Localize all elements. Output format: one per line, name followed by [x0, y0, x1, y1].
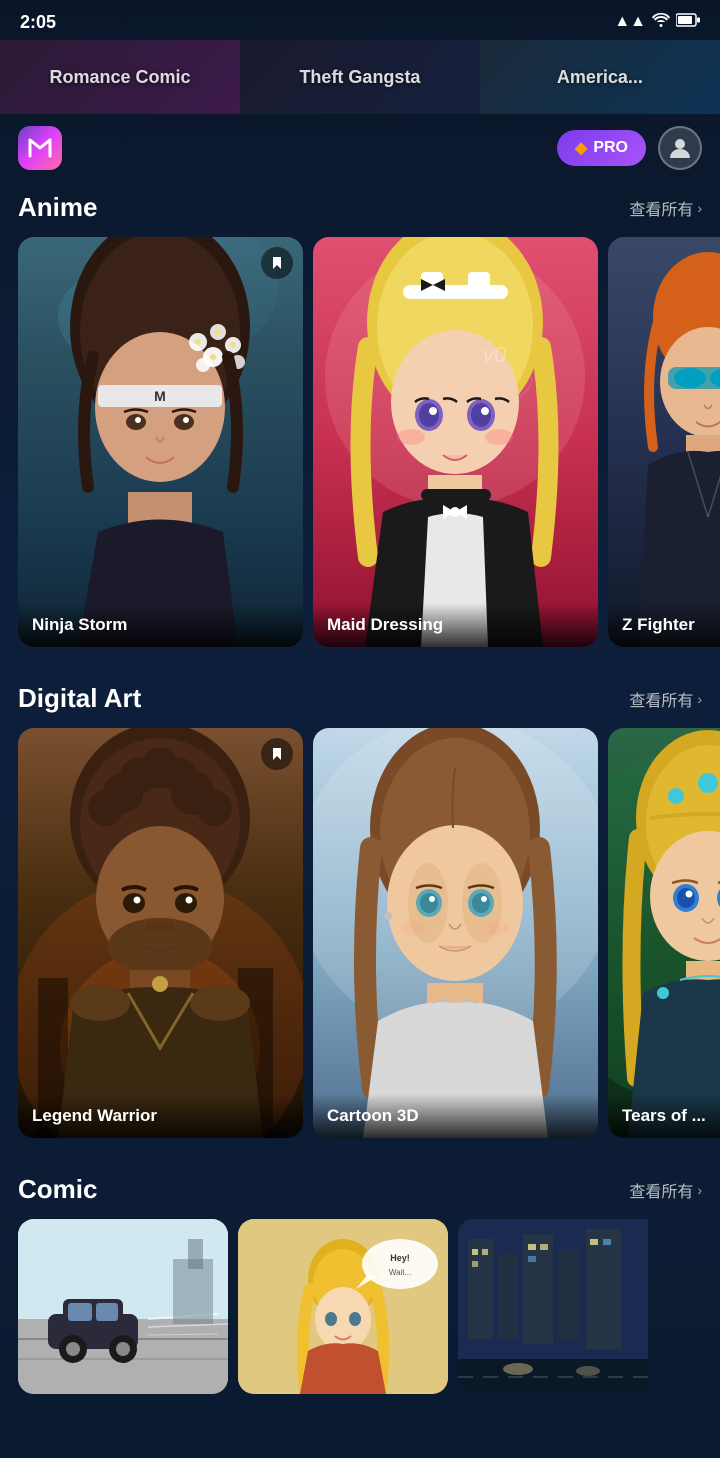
legend-warrior-label: Legend Warrior — [18, 1094, 303, 1138]
digital-art-view-all[interactable]: 查看所有 › — [629, 687, 702, 711]
chevron-right-icon: › — [697, 200, 702, 216]
ninja-bookmark[interactable] — [261, 247, 293, 279]
status-time: 2:05 — [20, 12, 56, 33]
digital-art-title: Digital Art — [18, 683, 141, 714]
diamond-icon: ◆ — [575, 138, 587, 158]
ninja-storm-label: Ninja Storm — [18, 603, 303, 647]
status-bar: 2:05 ▲▲ — [0, 0, 720, 40]
top-banner: Romance Comic Theft Gangsta America... — [0, 40, 720, 114]
anime-section-header: Anime 查看所有 › — [0, 180, 720, 237]
section-digital-art: Digital Art 查看所有 › — [0, 671, 720, 1138]
svg-text:M: M — [154, 388, 166, 404]
z-fighter-label: Z Fighter — [608, 603, 720, 647]
comic-cards-row: Hey! Wait... — [0, 1219, 720, 1394]
card-comic-3[interactable] — [458, 1219, 648, 1394]
card-z-fighter[interactable]: STORE — [608, 237, 720, 647]
anime-cards-row: M — [0, 237, 720, 647]
legend-bookmark[interactable] — [261, 738, 293, 770]
card-cartoon-3d[interactable]: Cartoon 3D — [313, 728, 598, 1138]
header: ◆ PRO — [0, 116, 720, 180]
card-legend-warrior[interactable]: Legend Warrior — [18, 728, 303, 1138]
maid-dressing-label: Maid Dressing — [313, 603, 598, 647]
comic-view-all-label: 查看所有 — [629, 1178, 693, 1202]
digital-art-section-header: Digital Art 查看所有 › — [0, 671, 720, 728]
logo-container — [18, 126, 62, 170]
pro-label: PRO — [593, 139, 628, 157]
chevron-right-icon-2: › — [697, 691, 702, 707]
header-right: ◆ PRO — [557, 126, 702, 170]
svg-text:Wait...: Wait... — [389, 1268, 411, 1277]
status-icons: ▲▲ — [614, 13, 700, 32]
svg-text:v0: v0 — [483, 342, 507, 367]
banner-item-2[interactable]: Theft Gangsta — [240, 40, 480, 114]
cartoon-3d-label: Cartoon 3D — [313, 1094, 598, 1138]
comic-title: Comic — [18, 1174, 97, 1205]
card-comic-1[interactable] — [18, 1219, 228, 1394]
card-ninja-storm[interactable]: M — [18, 237, 303, 647]
section-anime: Anime 查看所有 › M — [0, 180, 720, 647]
banner-item-1[interactable]: Romance Comic — [0, 40, 240, 114]
signal-icon: ▲▲ — [614, 13, 646, 31]
digital-art-cards-row: Legend Warrior — [0, 728, 720, 1138]
wifi-icon — [652, 13, 670, 32]
chevron-right-icon-3: › — [697, 1182, 702, 1198]
anime-title: Anime — [18, 192, 97, 223]
card-maid-dressing[interactable]: ♡3 — [313, 237, 598, 647]
app-logo — [18, 126, 62, 170]
card-comic-2[interactable]: Hey! Wait... — [238, 1219, 448, 1394]
banner-item-3[interactable]: America... — [480, 40, 720, 114]
tears-label: Tears of ... — [608, 1094, 720, 1138]
comic-section-header: Comic 查看所有 › — [0, 1162, 720, 1219]
svg-text:Hey!: Hey! — [390, 1253, 410, 1263]
avatar-button[interactable] — [658, 126, 702, 170]
digital-art-view-all-label: 查看所有 — [629, 687, 693, 711]
anime-view-all[interactable]: 查看所有 › — [629, 196, 702, 220]
battery-icon — [676, 13, 700, 32]
section-comic: Comic 查看所有 › — [0, 1162, 720, 1394]
pro-badge-button[interactable]: ◆ PRO — [557, 130, 646, 166]
comic-view-all[interactable]: 查看所有 › — [629, 1178, 702, 1202]
card-tears[interactable]: Tears of ... — [608, 728, 720, 1138]
anime-view-all-label: 查看所有 — [629, 196, 693, 220]
